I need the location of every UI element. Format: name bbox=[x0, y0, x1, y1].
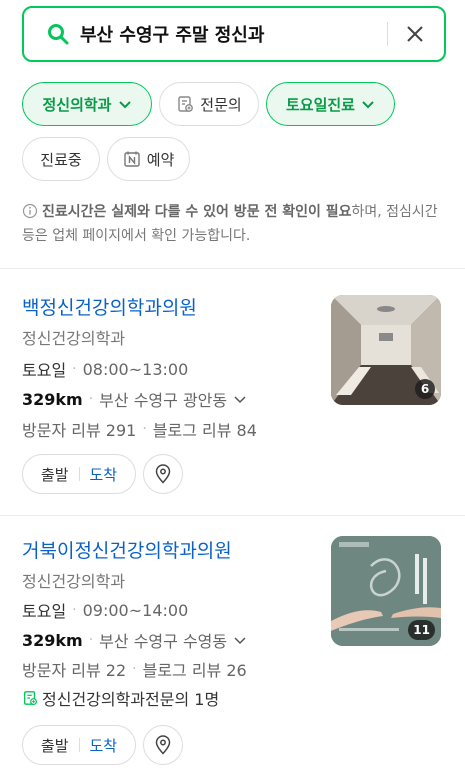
route-arrive-button[interactable]: 도착 bbox=[90, 464, 118, 485]
specialist-doc-icon bbox=[22, 690, 38, 706]
specialist-info: 정신건강의학과전문의 1명 bbox=[22, 686, 219, 710]
photo-count-badge: 6 bbox=[415, 379, 435, 399]
photo-count-badge: 11 bbox=[408, 620, 435, 640]
map-pin-button[interactable] bbox=[143, 454, 183, 494]
search-bar[interactable]: 부산 수영구 주말 정신과 bbox=[22, 6, 446, 62]
route-start-button[interactable]: 출발 bbox=[41, 464, 69, 485]
route-buttons: 출발 도착 bbox=[22, 725, 136, 765]
hours-day: 토요일 bbox=[22, 361, 67, 380]
hours-day: 토요일 bbox=[22, 602, 67, 621]
filter-psychiatry[interactable]: 정신의학과 bbox=[22, 82, 152, 126]
business-hours: 토요일 · 09:00~14:00 bbox=[22, 598, 188, 622]
specialist-text: 정신건강의학과전문의 1명 bbox=[42, 690, 220, 709]
visitor-reviews[interactable]: 방문자 리뷰 291 bbox=[22, 417, 136, 441]
location-line[interactable]: 329km · 부산 수영구 수영동 bbox=[22, 628, 247, 652]
filter-label: 진료중 bbox=[40, 150, 82, 169]
visitor-reviews[interactable]: 방문자 리뷰 22 bbox=[22, 657, 126, 681]
filter-specialist[interactable]: 전문의 bbox=[159, 82, 259, 126]
search-icon[interactable] bbox=[44, 20, 72, 48]
filter-label: 정신의학과 bbox=[42, 95, 112, 114]
filter-label: 예약 bbox=[146, 150, 175, 169]
map-pin-icon bbox=[154, 735, 172, 755]
filter-label: 전문의 bbox=[200, 95, 242, 114]
place-photo[interactable]: 6 bbox=[331, 295, 441, 405]
blog-reviews[interactable]: 블로그 리뷰 84 bbox=[153, 417, 257, 441]
distance: 329km bbox=[22, 389, 83, 409]
map-pin-button[interactable] bbox=[143, 725, 183, 765]
map-pin-icon bbox=[154, 464, 172, 484]
place-name[interactable]: 거북이정신건강의학과의원 bbox=[22, 536, 232, 563]
place-category: 정신건강의학과 bbox=[22, 572, 126, 591]
hours-time: 09:00~14:00 bbox=[82, 600, 189, 620]
chevron-down-icon bbox=[233, 392, 247, 406]
location-line[interactable]: 329km · 부산 수영구 광안동 bbox=[22, 387, 247, 411]
place-category: 정신건강의학과 bbox=[22, 329, 126, 348]
specialist-doc-icon bbox=[176, 95, 194, 113]
hours-time: 08:00~13:00 bbox=[82, 359, 189, 379]
address: 부산 수영구 수영동 bbox=[99, 632, 228, 651]
place-photo[interactable]: 11 bbox=[331, 536, 441, 646]
search-divider bbox=[387, 22, 388, 46]
filter-saturday[interactable]: 토요일진료 bbox=[266, 82, 395, 126]
distance: 329km bbox=[22, 630, 83, 650]
divider bbox=[0, 268, 465, 269]
reviews-line: 방문자 리뷰 291 · 블로그 리뷰 84 bbox=[22, 417, 257, 441]
filter-open-now[interactable]: 진료중 bbox=[22, 137, 100, 181]
chevron-down-icon bbox=[118, 97, 132, 111]
divider bbox=[0, 515, 465, 516]
filter-reservation[interactable]: 예약 bbox=[107, 137, 190, 181]
business-hours: 토요일 · 08:00~13:00 bbox=[22, 357, 188, 381]
route-buttons: 출발 도착 bbox=[22, 454, 136, 494]
address: 부산 수영구 광안동 bbox=[99, 391, 228, 410]
info-icon bbox=[22, 203, 38, 219]
hours-notice: 진료시간은 실제와 다를 수 있어 방문 전 확인이 필요하며, 점심시간 등은… bbox=[22, 200, 442, 248]
notice-bold: 진료시간은 실제와 다를 수 있어 방문 전 확인이 필요 bbox=[42, 204, 352, 220]
blog-reviews[interactable]: 블로그 리뷰 26 bbox=[143, 657, 247, 681]
place-name[interactable]: 백정신건강의학과의원 bbox=[22, 293, 197, 320]
route-start-button[interactable]: 출발 bbox=[41, 735, 69, 756]
naver-n-icon bbox=[123, 150, 141, 168]
chevron-down-icon bbox=[233, 633, 247, 647]
filter-label: 토요일진료 bbox=[285, 95, 355, 114]
route-arrive-button[interactable]: 도착 bbox=[90, 735, 118, 756]
close-icon[interactable] bbox=[400, 19, 430, 49]
chevron-down-icon bbox=[361, 97, 375, 111]
search-input[interactable]: 부산 수영구 주말 정신과 bbox=[80, 21, 387, 47]
reviews-line: 방문자 리뷰 22 · 블로그 리뷰 26 bbox=[22, 657, 247, 681]
